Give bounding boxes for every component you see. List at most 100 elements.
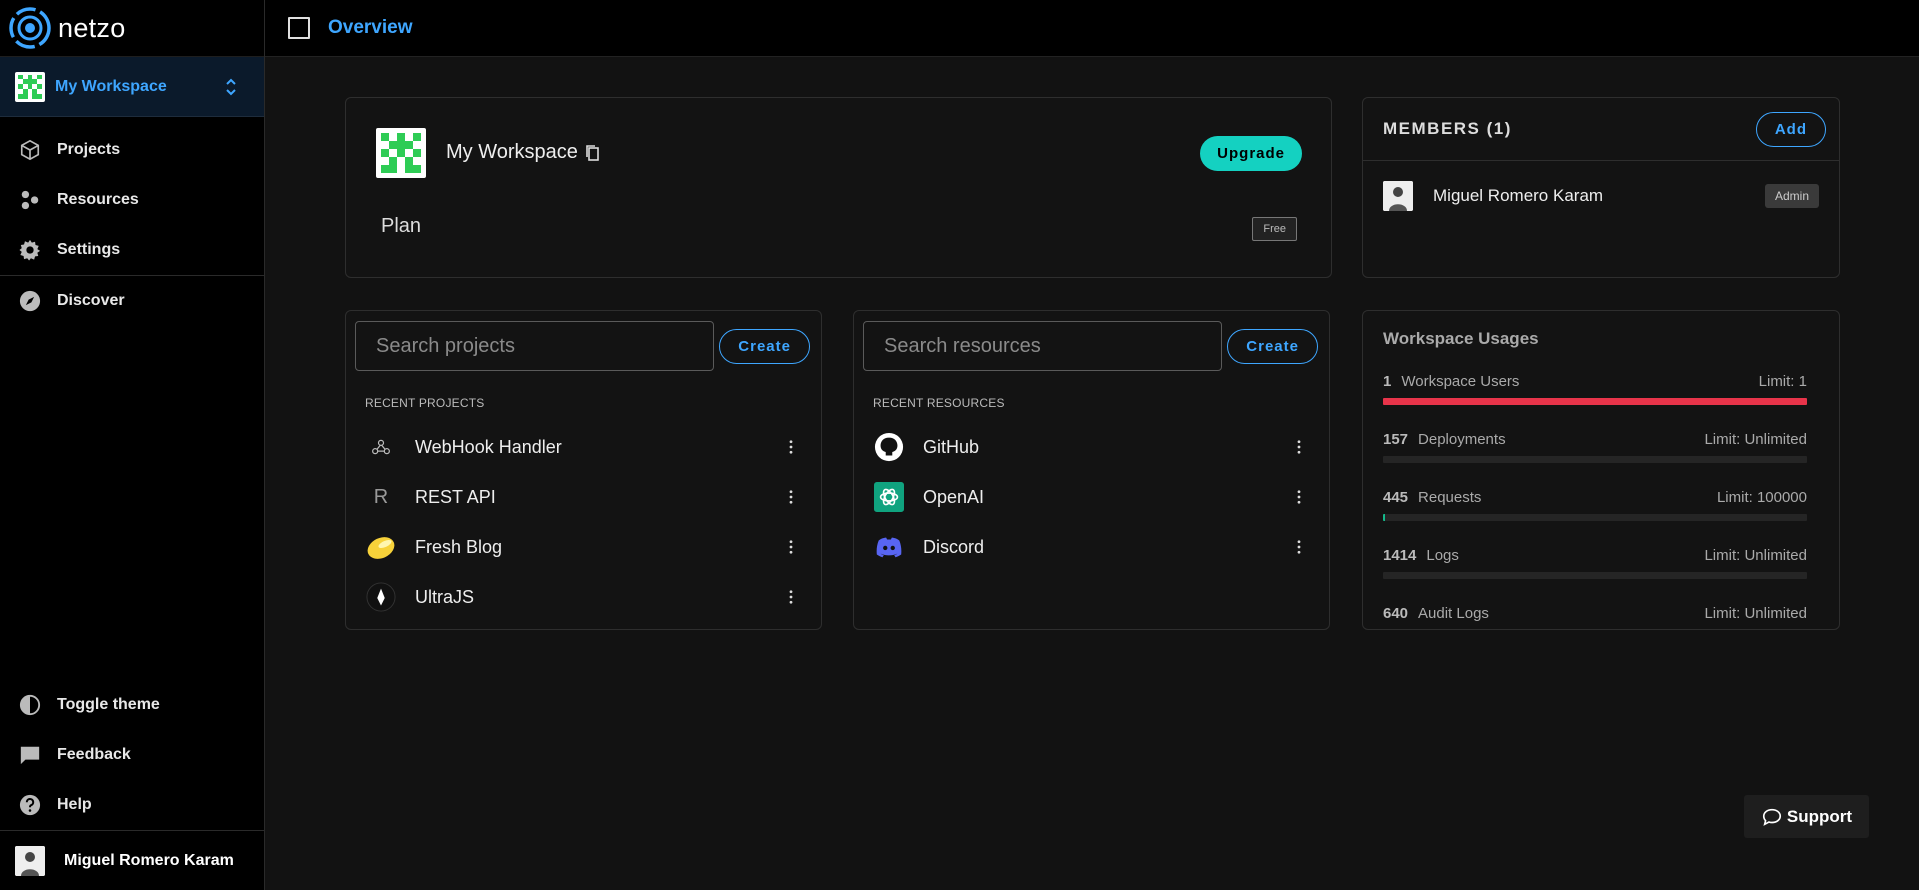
- sidebar-item-label: Toggle theme: [57, 696, 160, 713]
- sidebar: netzo My Workspace Projects Resources Se…: [0, 0, 265, 890]
- user-avatar-icon: [15, 845, 45, 876]
- search-projects-input[interactable]: [355, 321, 714, 371]
- sidebar-item-label: Discover: [57, 292, 125, 309]
- identicon-cell: [397, 149, 405, 157]
- list-item[interactable]: WebHook Handler: [346, 422, 821, 472]
- identicon-cell: [389, 141, 397, 149]
- list-item[interactable]: Discord: [854, 522, 1329, 572]
- copy-icon[interactable]: [584, 144, 602, 162]
- identicon-cell: [405, 165, 413, 173]
- toggle-theme-button[interactable]: Toggle theme: [0, 680, 264, 730]
- identicon-cell: [381, 141, 389, 149]
- plan-label: Plan: [381, 215, 422, 237]
- list-item[interactable]: GitHub: [854, 422, 1329, 472]
- more-vertical-icon[interactable]: [1289, 437, 1309, 457]
- usage-progress-fill: [1383, 514, 1385, 521]
- list-item[interactable]: UltraJS: [346, 572, 821, 622]
- projects-card: Create RECENT PROJECTS WebHook Handler R…: [345, 310, 822, 630]
- sidebar-toggle-checkbox[interactable]: [288, 17, 310, 39]
- support-button[interactable]: Support: [1744, 795, 1869, 838]
- item-label: UltraJS: [415, 586, 475, 607]
- sidebar-item-projects[interactable]: Projects: [0, 125, 264, 175]
- sidebar-item-resources[interactable]: Resources: [0, 175, 264, 225]
- user-menu[interactable]: Miguel Romero Karam: [0, 830, 264, 890]
- more-vertical-icon[interactable]: [1289, 487, 1309, 507]
- item-label: GitHub: [923, 436, 980, 457]
- resources-search-row: Create: [854, 311, 1329, 371]
- openai-icon: [873, 481, 905, 513]
- usage-limit: Limit: Unlimited: [1704, 547, 1807, 564]
- sidebar-item-label: Feedback: [57, 746, 131, 763]
- resources-icon: [21, 190, 39, 210]
- letter-glyph: R: [373, 485, 389, 508]
- chevron-up-down-icon: [226, 78, 236, 95]
- item-label: OpenAI: [923, 486, 985, 507]
- avatar: [1383, 181, 1413, 211]
- list-item[interactable]: Fresh Blog: [346, 522, 821, 572]
- usage-row: 157 Deployments Limit: Unlimited: [1383, 417, 1807, 475]
- projects-list: WebHook Handler R REST API Fresh Blog Ul…: [346, 422, 821, 622]
- netzo-logo-icon: [9, 7, 51, 49]
- usage-title: Workspace Usages: [1383, 329, 1539, 348]
- usage-count: 1414: [1383, 547, 1417, 564]
- sidebar-item-discover[interactable]: Discover: [0, 276, 264, 326]
- identicon-cell: [389, 157, 397, 165]
- usage-name: Requests: [1418, 489, 1482, 506]
- identicon-cell: [397, 141, 405, 149]
- page-title: Overview: [328, 17, 413, 38]
- members-header: MEMBERS (1) Add: [1363, 98, 1839, 161]
- identicon-cell: [389, 165, 397, 173]
- more-vertical-icon[interactable]: [781, 437, 801, 457]
- identicon-cell: [413, 157, 421, 165]
- sidebar-nav: Projects Resources Settings Discover: [0, 117, 264, 326]
- more-vertical-icon[interactable]: [781, 537, 801, 557]
- identicon-cell: [389, 133, 397, 141]
- usage-progress-bar: [1383, 572, 1807, 579]
- identicon-cell: [405, 149, 413, 157]
- workspace-name: My Workspace: [55, 77, 167, 95]
- upgrade-button[interactable]: Upgrade: [1200, 136, 1302, 171]
- create-resource-button[interactable]: Create: [1227, 328, 1318, 364]
- identicon-cell: [405, 157, 413, 165]
- item-label: WebHook Handler: [415, 436, 562, 457]
- add-member-button[interactable]: Add: [1755, 111, 1826, 147]
- more-vertical-icon[interactable]: [781, 587, 801, 607]
- help-icon: [19, 794, 41, 816]
- feedback-button[interactable]: Feedback: [0, 730, 264, 780]
- item-label: REST API: [415, 486, 496, 507]
- create-project-button[interactable]: Create: [719, 328, 810, 364]
- usage-limit: Limit: Unlimited: [1704, 431, 1807, 448]
- workspace-usages-card: Workspace Usages 1 Workspace Users Limit: …: [1362, 310, 1840, 630]
- usage-row: 640 Audit Logs Limit: Unlimited: [1383, 591, 1807, 629]
- usage-count: 640: [1383, 605, 1409, 622]
- ultrajs-icon: [365, 581, 397, 613]
- member-row[interactable]: Miguel Romero Karam Admin: [1363, 161, 1839, 231]
- more-vertical-icon[interactable]: [781, 487, 801, 507]
- section-label: RECENT RESOURCES: [873, 396, 1005, 410]
- usage-name: Audit Logs: [1418, 605, 1489, 622]
- more-vertical-icon[interactable]: [1289, 537, 1309, 557]
- list-item[interactable]: OpenAI: [854, 472, 1329, 522]
- list-item[interactable]: R REST API: [346, 472, 821, 522]
- identicon-cell: [413, 133, 421, 141]
- user-avatar-icon: [1383, 181, 1413, 211]
- identicon-cell: [381, 157, 389, 165]
- usage-row: 1414 Logs Limit: Unlimited: [1383, 533, 1807, 591]
- usage-count: 1: [1383, 373, 1392, 390]
- search-resources-input[interactable]: [863, 321, 1222, 371]
- help-button[interactable]: Help: [0, 780, 264, 830]
- workspace-switcher[interactable]: My Workspace: [0, 57, 264, 117]
- resources-list: GitHub OpenAI Discord: [854, 422, 1329, 572]
- item-label: Discord: [923, 536, 985, 557]
- brand[interactable]: netzo: [0, 0, 264, 57]
- workspace-title: My Workspace: [446, 141, 602, 164]
- sidebar-item-settings[interactable]: Settings: [0, 225, 264, 275]
- usage-progress-fill: [1383, 398, 1807, 405]
- identicon-cell: [413, 149, 421, 157]
- usage-limit: Limit: 1: [1758, 373, 1807, 390]
- usage-progress-bar: [1383, 514, 1807, 521]
- fresh-lemon-icon: [365, 531, 397, 563]
- projects-search-row: Create: [346, 311, 821, 371]
- usage-list: 1 Workspace Users Limit: 1 157 Deployments L…: [1363, 359, 1839, 629]
- identicon-cell: [405, 141, 413, 149]
